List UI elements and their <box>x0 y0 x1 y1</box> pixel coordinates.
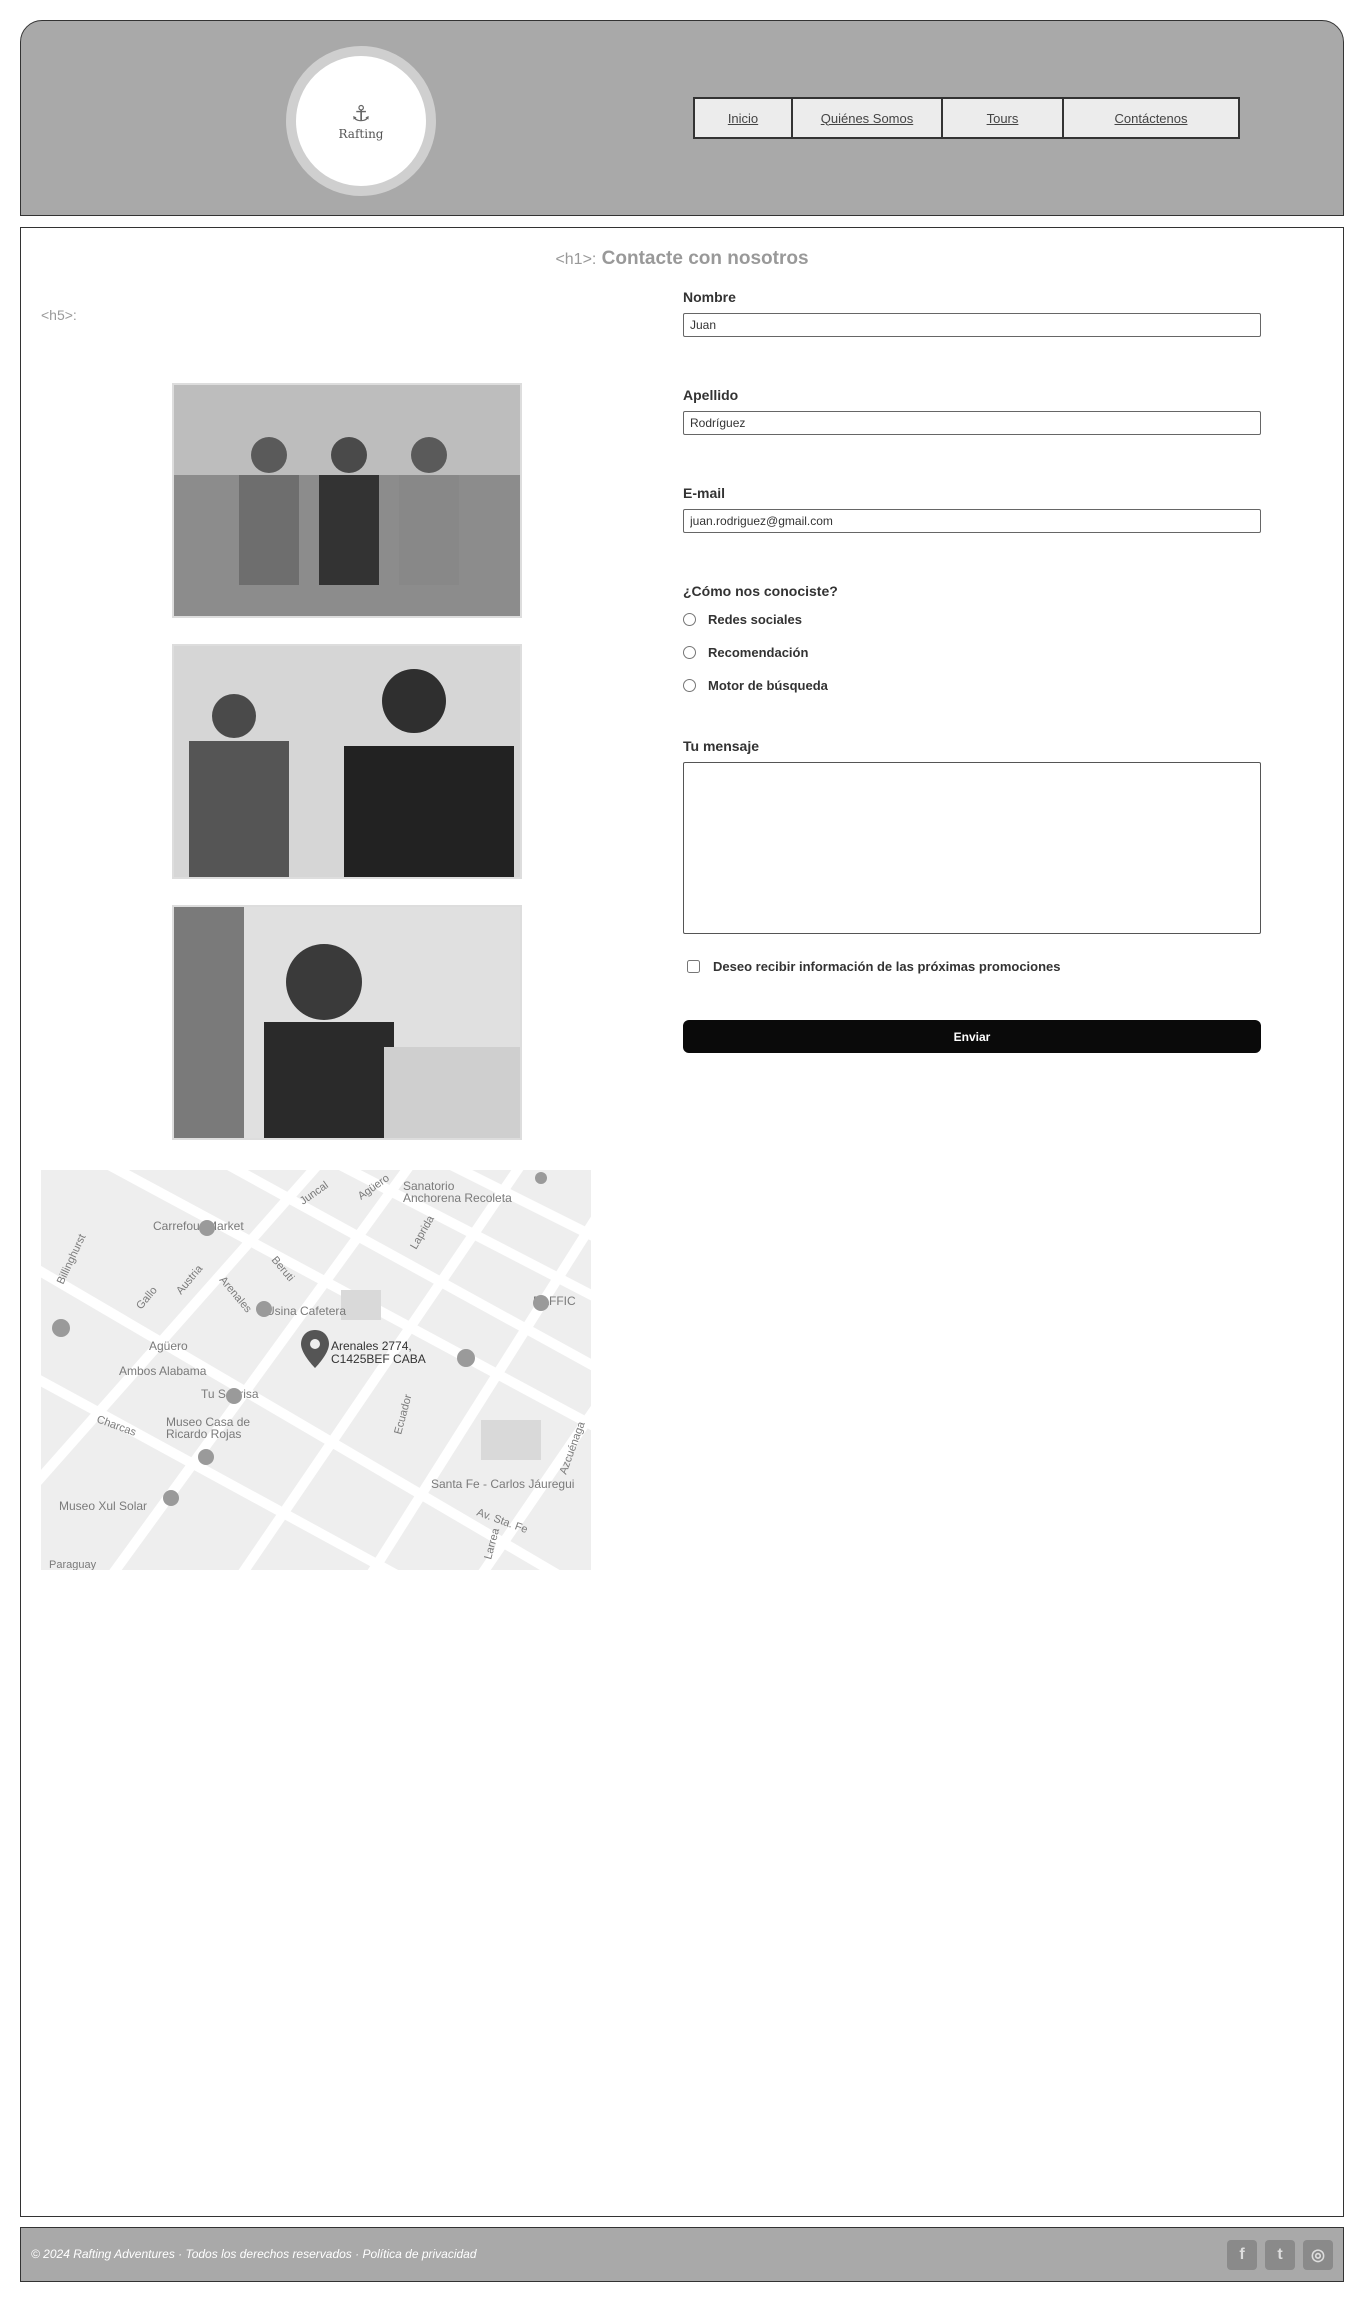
name-label: Nombre <box>683 289 736 305</box>
newsletter-checkbox[interactable] <box>687 960 700 973</box>
site-footer: © 2024 Rafting Adventures · Todos los de… <box>20 2227 1344 2282</box>
message-field-group: Tu mensaje <box>683 738 1261 939</box>
email-input[interactable] <box>683 509 1261 533</box>
footer-text: © 2024 Rafting Adventures · Todos los de… <box>31 2247 477 2261</box>
radio-option-recommendation[interactable]: Recomendación <box>683 640 1261 665</box>
last-name-label: Apellido <box>683 387 739 403</box>
submit-button[interactable]: Enviar <box>683 1020 1261 1053</box>
team-photo-3-image <box>174 907 520 1138</box>
site-header: ⚓︎ Rafting Inicio Quiénes Somos Tours Co… <box>20 20 1344 216</box>
radio-option-search[interactable]: Motor de búsqueda <box>683 673 1261 698</box>
page-title: <h1>: Contacte con nosotros <box>21 248 1343 270</box>
map-label-ambos: Ambos Alabama <box>119 1364 207 1378</box>
last-name-input[interactable] <box>683 411 1261 435</box>
radio-recommendation-label: Recomendación <box>708 645 809 660</box>
main-nav: Inicio Quiénes Somos Tours Contáctenos <box>693 97 1240 139</box>
contact-form: Nombre Apellido E-mail ¿Cómo nos conocis… <box>683 283 1261 1053</box>
map-label-address-line2: C1425BEF CABA <box>331 1352 426 1366</box>
title-text: Contacte con nosotros <box>601 248 809 269</box>
twitter-icon[interactable]: t <box>1265 2240 1295 2270</box>
left-column: <h5>: Sanatorio Anchorena Recoleta Carre… <box>41 283 653 1570</box>
message-textarea[interactable] <box>683 762 1261 934</box>
section-heading: <h5>: <box>41 307 653 323</box>
team-photo-1 <box>172 383 522 618</box>
team-photo-2 <box>172 644 522 879</box>
map-label-carrefour: Carrefour Market <box>153 1219 244 1233</box>
facebook-icon[interactable]: f <box>1227 2240 1257 2270</box>
nav-item-home[interactable]: Inicio <box>695 99 793 137</box>
email-label: E-mail <box>683 485 726 501</box>
title-tag: <h1>: <box>555 251 597 268</box>
team-photo-1-image <box>174 385 520 616</box>
name-input[interactable] <box>683 313 1261 337</box>
email-field-group: E-mail <box>683 485 1261 533</box>
radio-search-label: Motor de búsqueda <box>708 678 828 693</box>
newsletter-label: Deseo recibir información de las próxima… <box>713 959 1061 974</box>
newsletter-check-row[interactable]: Deseo recibir información de las próxima… <box>683 957 1261 976</box>
oars-icon: ⚓︎ <box>351 100 371 126</box>
nav-item-contact[interactable]: Contáctenos <box>1064 99 1238 137</box>
radio-social[interactable] <box>683 613 696 626</box>
team-photo-2-image <box>174 646 520 877</box>
location-map[interactable]: Sanatorio Anchorena Recoleta Carrefour M… <box>41 1170 591 1570</box>
radio-social-label: Redes sociales <box>708 612 802 627</box>
map-label-usina: Usina Cafetera <box>266 1304 346 1318</box>
map-label-aguero: Agüero <box>149 1339 188 1353</box>
nav-item-about[interactable]: Quiénes Somos <box>793 99 943 137</box>
nav-item-tours[interactable]: Tours <box>943 99 1064 137</box>
message-label: Tu mensaje <box>683 738 759 754</box>
social-links: f t ◎ <box>1227 2240 1333 2270</box>
source-radio-group: ¿Cómo nos conociste? Redes sociales Reco… <box>683 583 1261 698</box>
source-label: ¿Cómo nos conociste? <box>683 583 838 599</box>
last-name-field-group: Apellido <box>683 387 1261 435</box>
map-label-address-line1: Arenales 2774, <box>331 1339 412 1353</box>
radio-recommendation[interactable] <box>683 646 696 659</box>
team-gallery <box>41 383 653 1140</box>
map-street-paraguay: Paraguay <box>49 1559 97 1570</box>
logo-text: Rafting <box>338 126 384 141</box>
radio-option-social[interactable]: Redes sociales <box>683 607 1261 632</box>
radio-search[interactable] <box>683 679 696 692</box>
h5-tag: <h5>: <box>41 307 77 323</box>
map-label-museo-rojas-line2: Ricardo Rojas <box>166 1427 241 1441</box>
map-label-santafe: Santa Fe - Carlos Jáuregui <box>431 1477 574 1491</box>
logo[interactable]: ⚓︎ Rafting <box>286 46 436 196</box>
map-label-xul: Museo Xul Solar <box>59 1499 147 1513</box>
map-graphic: Sanatorio Anchorena Recoleta Carrefour M… <box>41 1170 591 1570</box>
team-photo-3 <box>172 905 522 1140</box>
main-content: <h1>: Contacte con nosotros <h5>: Sanato… <box>20 227 1344 2217</box>
map-label-sanatorio-line2: Anchorena Recoleta <box>403 1191 512 1205</box>
instagram-icon[interactable]: ◎ <box>1303 2240 1333 2270</box>
name-field-group: Nombre <box>683 289 1261 337</box>
